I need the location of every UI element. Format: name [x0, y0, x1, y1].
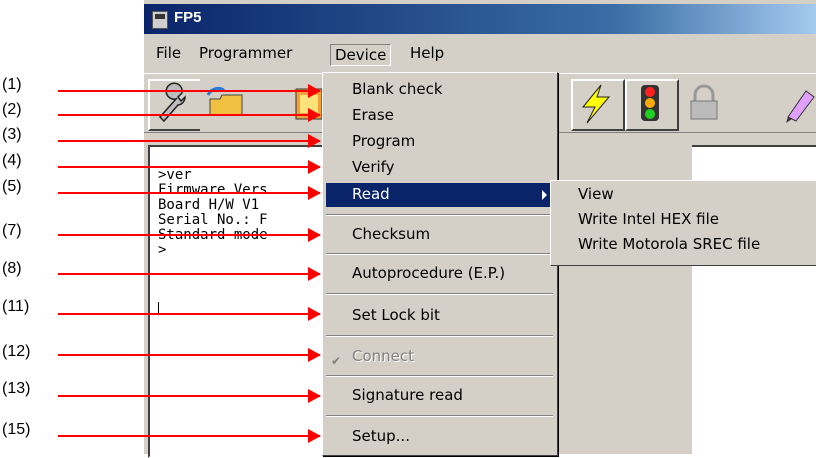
menu-file[interactable]: File	[156, 44, 181, 62]
callout-label: (12)	[2, 343, 31, 360]
console-line: Firmware Vers	[158, 182, 268, 198]
wrench-icon[interactable]	[148, 79, 202, 131]
callout-label: (2)	[2, 101, 22, 118]
callout-arrow	[58, 108, 321, 122]
callout-arrow	[58, 389, 321, 403]
app-icon	[152, 11, 168, 29]
console-line: >	[158, 242, 167, 258]
callout-arrow	[58, 267, 321, 281]
callout-label: (15)	[2, 421, 31, 438]
menu-separator	[326, 293, 553, 295]
callout-arrow	[58, 429, 321, 443]
lightning-icon[interactable]	[571, 79, 625, 131]
read-submenu: View Write Intel HEX file Write Motorola…	[550, 180, 816, 266]
checkmark-icon: ✔	[331, 354, 342, 368]
console-line: Board H/W V1	[158, 197, 260, 213]
callout-label: (4)	[2, 152, 22, 169]
callout-arrow	[58, 186, 321, 200]
title-bar[interactable]: FP5	[144, 4, 816, 34]
callout-label: (8)	[2, 260, 22, 277]
menu-item-read[interactable]: Read	[352, 185, 390, 203]
callout-label: (7)	[2, 222, 22, 239]
menu-programmer[interactable]: Programmer	[199, 44, 292, 62]
callout-arrow	[58, 307, 321, 321]
menu-item-blank-check[interactable]: Blank check	[352, 80, 443, 98]
menu-item-set-lock-bit[interactable]: Set Lock bit	[352, 306, 440, 324]
menu-separator	[326, 415, 553, 417]
menu-item-program[interactable]: Program	[352, 132, 415, 150]
callout-arrow	[58, 348, 321, 362]
callout-label: (3)	[2, 126, 22, 143]
submenu-item-view[interactable]: View	[578, 185, 614, 203]
menu-separator	[326, 253, 553, 255]
callout-label: (11)	[2, 298, 30, 315]
menu-item-autoprocedure[interactable]: Autoprocedure (E.P.)	[352, 264, 505, 282]
menu-separator	[326, 335, 553, 337]
menu-item-connect: Connect	[352, 347, 415, 365]
console-line: Serial No.: F	[158, 212, 268, 228]
traffic-light-icon[interactable]	[625, 79, 679, 131]
callout-label: (13)	[2, 380, 31, 397]
menu-item-setup[interactable]: Setup...	[352, 427, 410, 445]
callout-arrow	[58, 160, 321, 174]
submenu-item-write-intel-hex[interactable]: Write Intel HEX file	[578, 210, 719, 228]
menu-device[interactable]: Device	[330, 44, 392, 66]
callout-arrow	[58, 134, 321, 148]
device-menu-dropdown: Blank check Erase Program Verify Read Ch…	[322, 72, 558, 456]
menu-item-signature-read[interactable]: Signature read	[352, 386, 463, 404]
menu-item-erase[interactable]: Erase	[352, 106, 394, 124]
menu-bar: File Programmer Device Help	[144, 41, 816, 69]
pencil-icon[interactable]	[778, 79, 816, 131]
callout-arrow	[58, 84, 321, 98]
console-line: >ver	[158, 167, 192, 183]
callout-label: (1)	[2, 76, 22, 93]
menu-item-checksum[interactable]: Checksum	[352, 225, 430, 243]
menu-separator	[326, 214, 553, 216]
menu-separator	[326, 375, 553, 377]
lock-icon[interactable]	[679, 79, 733, 131]
menu-item-verify[interactable]: Verify	[352, 158, 395, 176]
submenu-arrow-icon	[542, 190, 547, 200]
window-title: FP5	[174, 9, 202, 26]
menu-help[interactable]: Help	[410, 44, 444, 62]
submenu-item-write-motorola-srec[interactable]: Write Motorola SREC file	[578, 235, 760, 253]
open-folder-icon[interactable]	[200, 79, 254, 131]
callout-arrow	[58, 228, 321, 242]
callout-label: (5)	[2, 178, 22, 195]
